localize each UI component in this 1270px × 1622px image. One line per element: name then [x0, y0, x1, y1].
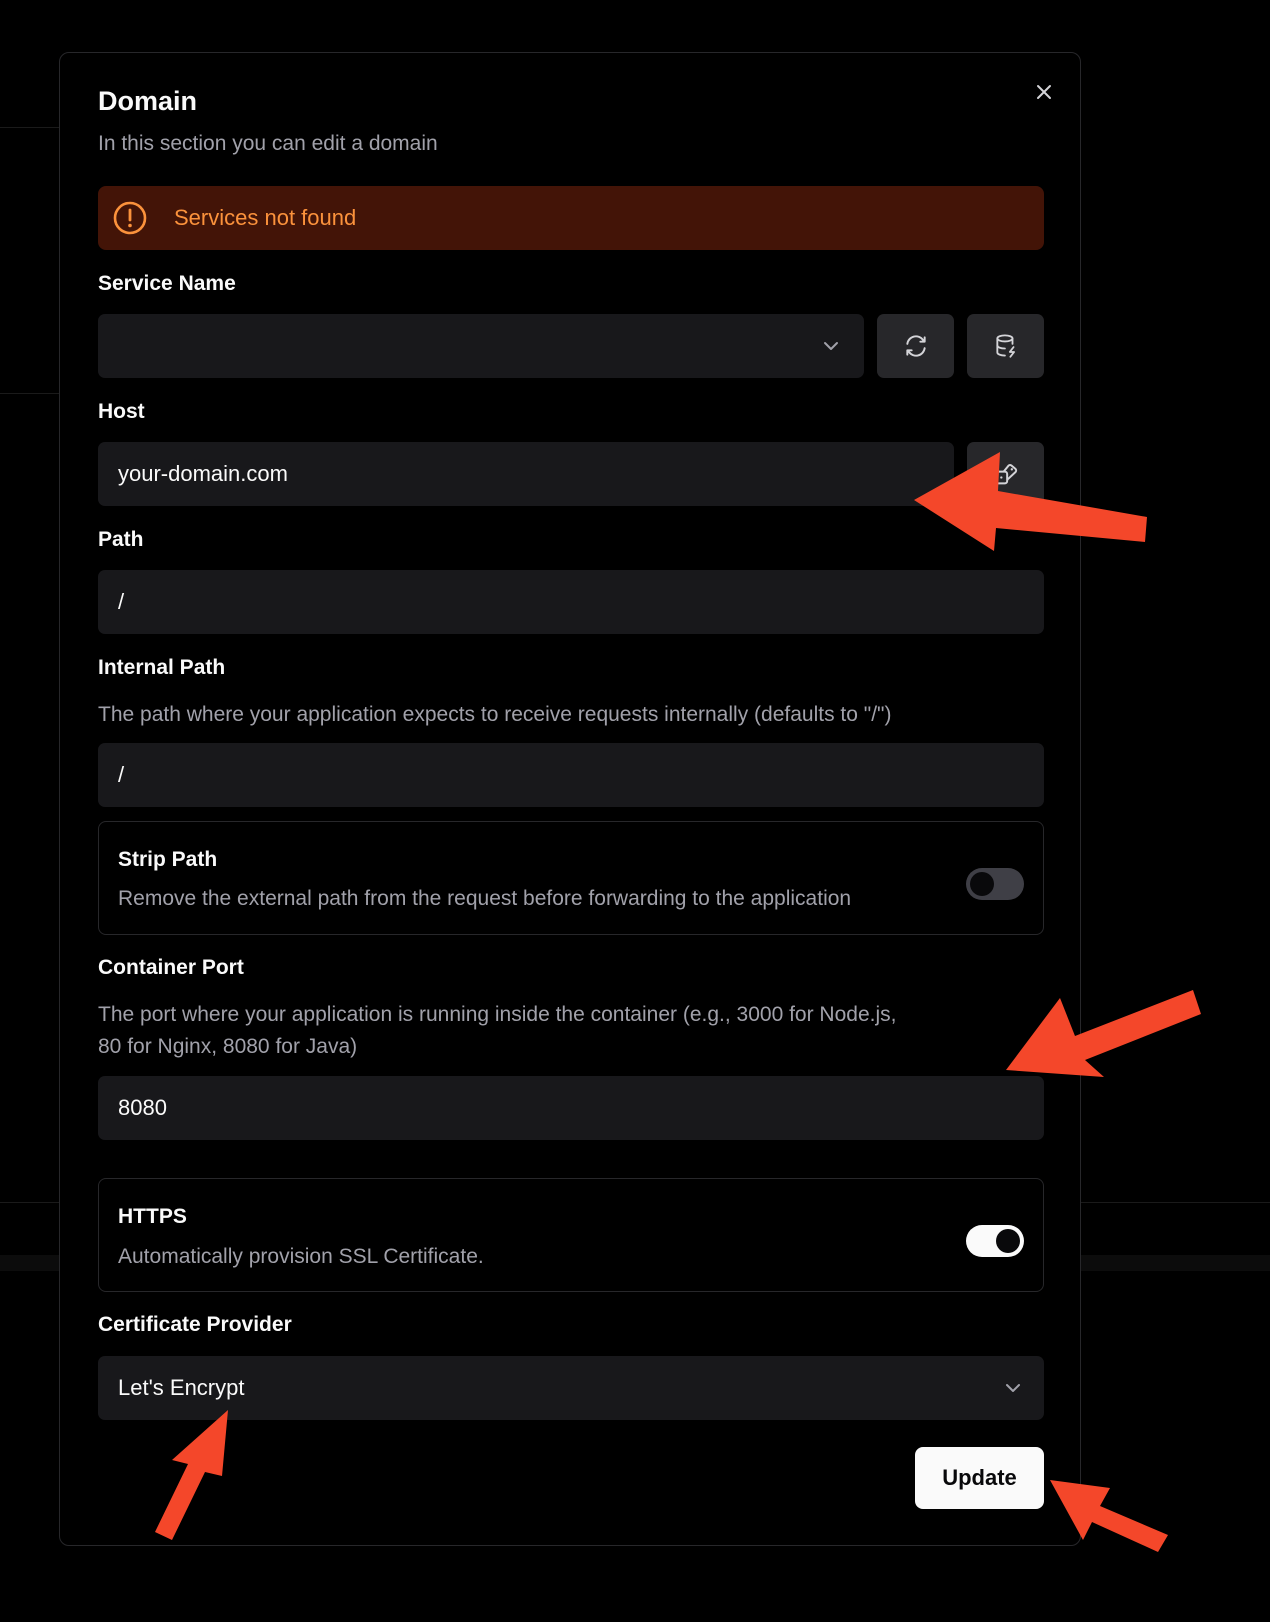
strip-path-card: [98, 821, 1044, 935]
toggle-knob: [996, 1229, 1020, 1253]
service-name-label: Service Name: [98, 272, 236, 295]
strip-path-description: Remove the external path from the reques…: [118, 887, 852, 910]
container-port-value: 8080: [118, 1095, 167, 1120]
service-name-select[interactable]: [98, 314, 864, 378]
alert-text: Services not found: [174, 205, 357, 230]
path-value: /: [118, 589, 125, 614]
container-port-label: Container Port: [98, 956, 244, 979]
refresh-services-button[interactable]: [877, 314, 954, 378]
close-icon: [1037, 85, 1051, 99]
chevron-down-icon: [1006, 1384, 1020, 1392]
host-label: Host: [98, 400, 145, 423]
https-card: [98, 1178, 1044, 1292]
certificate-provider-select[interactable]: Let's Encrypt: [98, 1356, 1044, 1420]
certificate-provider-value: Let's Encrypt: [118, 1375, 245, 1400]
host-input[interactable]: your-domain.com: [98, 442, 954, 506]
container-port-description-line2: 80 for Nginx, 8080 for Java): [98, 1035, 358, 1058]
path-label: Path: [98, 528, 144, 551]
background-divider: [0, 393, 59, 394]
background-divider: [0, 1202, 59, 1203]
dialog-title: Domain: [98, 86, 198, 116]
alert-circle-icon: [112, 200, 148, 236]
path-input[interactable]: /: [98, 570, 1044, 634]
internal-path-input[interactable]: /: [98, 743, 1044, 807]
container-port-description-line1: The port where your application is runni…: [98, 1003, 897, 1026]
chevron-down-icon: [824, 342, 838, 350]
https-description: Automatically provision SSL Certificate.: [118, 1245, 484, 1268]
database-icon: [995, 334, 1015, 358]
certificate-provider-label: Certificate Provider: [98, 1313, 292, 1336]
internal-path-label: Internal Path: [98, 656, 226, 679]
toggle-knob: [970, 872, 994, 896]
background-divider: [0, 127, 59, 128]
update-button[interactable]: Update: [915, 1447, 1044, 1509]
strip-path-label: Strip Path: [118, 848, 218, 871]
strip-path-toggle[interactable]: [966, 868, 1024, 900]
https-toggle[interactable]: [966, 1225, 1024, 1257]
refresh-icon: [905, 335, 926, 357]
https-label: HTTPS: [118, 1205, 187, 1228]
internal-path-value: /: [118, 762, 125, 787]
dialog-subtitle: In this section you can edit a domain: [98, 132, 438, 155]
background-divider: [1081, 1202, 1270, 1203]
error-alert: Services not found: [98, 186, 1044, 250]
container-port-input[interactable]: 8080: [98, 1076, 1044, 1140]
internal-path-description: The path where your application expects …: [98, 703, 892, 726]
host-value: your-domain.com: [118, 461, 288, 486]
generate-domain-button[interactable]: [967, 442, 1044, 506]
close-button[interactable]: [1030, 78, 1058, 106]
database-services-button[interactable]: [967, 314, 1044, 378]
dice-icon: [994, 464, 1017, 485]
